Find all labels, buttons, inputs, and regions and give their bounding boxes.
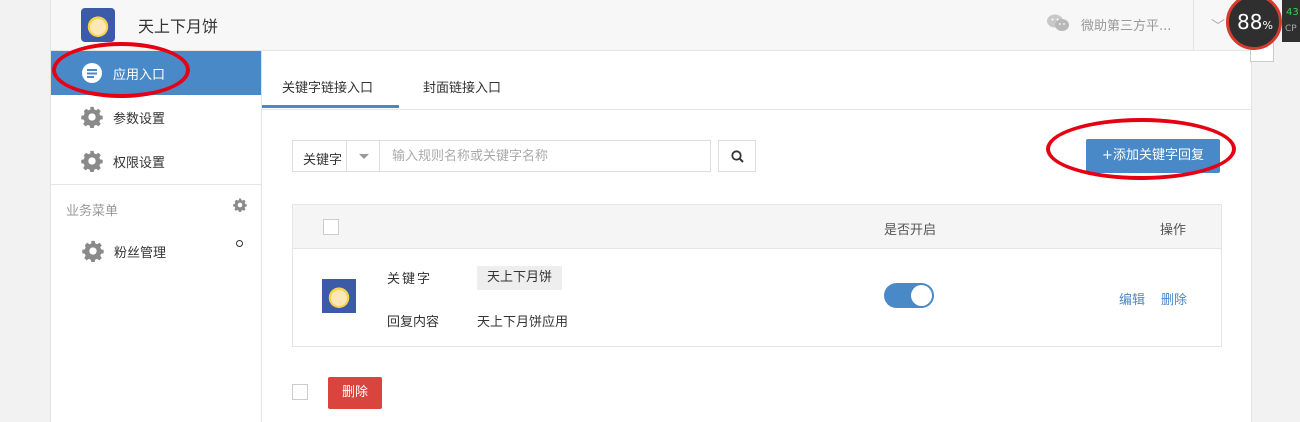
rule-thumbnail	[322, 279, 356, 313]
third-party-platform-link[interactable]: 微助第三方平...	[1081, 15, 1171, 34]
select-all-checkbox[interactable]	[323, 219, 339, 235]
delete-link[interactable]: 删除	[1161, 289, 1187, 308]
gear-icon	[81, 150, 103, 172]
indicator-dot	[236, 240, 243, 247]
tab-bar: 关键字链接入口 封面链接入口	[262, 51, 1251, 110]
annotation-circle	[52, 42, 190, 98]
tab-keyword-link[interactable]: 关键字链接入口	[282, 77, 373, 96]
caret-down-icon	[359, 154, 369, 159]
search-icon	[731, 150, 744, 163]
active-tab-indicator	[262, 105, 399, 108]
search-type-select[interactable]: 关键字	[292, 140, 380, 172]
reply-label: 回复内容	[387, 315, 440, 330]
gear-icon[interactable]	[233, 198, 247, 212]
header-actions: 操作	[1160, 223, 1187, 238]
search-type-value: 关键字	[303, 153, 343, 168]
gear-icon	[82, 240, 104, 262]
search-input[interactable]	[380, 140, 711, 172]
sidebar-divider	[51, 184, 261, 185]
sidebar-item-label: 参数设置	[113, 112, 166, 127]
reply-content: 天上下月饼应用	[477, 315, 569, 330]
perf-unit: %	[1262, 19, 1273, 32]
bulk-select-checkbox[interactable]	[292, 384, 308, 400]
keyword-label: 关键字	[387, 272, 433, 287]
edit-link[interactable]: 编辑	[1119, 289, 1145, 308]
sidebar-section-title: 业务菜单	[66, 204, 119, 219]
sidebar-item-label: 权限设置	[113, 156, 166, 171]
annotation-circle	[1046, 118, 1236, 180]
wechat-icon	[1047, 14, 1069, 31]
app-window: 天上下月饼 微助第三方平... ﹀ 应用入口 参数设置 权限设置 业务菜单 粉丝…	[50, 0, 1252, 422]
account-avatar[interactable]	[81, 8, 115, 42]
rules-table: 是否开启 操作 关键字 天上下月饼 回复内容 天上下月饼应用 编辑 删除	[292, 204, 1222, 347]
sidebar-item-permissions[interactable]: 权限设置	[51, 139, 261, 183]
chevron-down-icon[interactable]: ﹀	[1211, 16, 1225, 36]
perf-side-label: CP	[1285, 24, 1297, 34]
sidebar-item-label: 粉丝管理	[114, 246, 167, 261]
table-header: 是否开启 操作	[293, 205, 1221, 249]
header-divider	[1193, 0, 1194, 50]
perf-side-value: 43	[1286, 7, 1299, 18]
sidebar-item-params[interactable]: 参数设置	[51, 95, 261, 139]
sidebar-item-fans[interactable]: 粉丝管理	[51, 229, 261, 273]
sidebar: 应用入口 参数设置 权限设置 业务菜单 粉丝管理	[51, 51, 262, 422]
perf-value: 88	[1237, 10, 1263, 34]
account-name: 天上下月饼	[138, 17, 219, 36]
gear-icon	[81, 106, 103, 128]
enabled-toggle[interactable]	[884, 283, 934, 308]
keyword-tag: 天上下月饼	[477, 266, 563, 290]
header-enabled: 是否开启	[884, 223, 937, 238]
tab-cover-link[interactable]: 封面链接入口	[423, 77, 501, 96]
bulk-delete-button[interactable]: 删除	[328, 377, 382, 409]
search-button[interactable]	[718, 140, 756, 172]
perf-side-panel: 43 CP	[1282, 0, 1300, 42]
header: 天上下月饼 微助第三方平... ﹀	[51, 0, 1251, 51]
